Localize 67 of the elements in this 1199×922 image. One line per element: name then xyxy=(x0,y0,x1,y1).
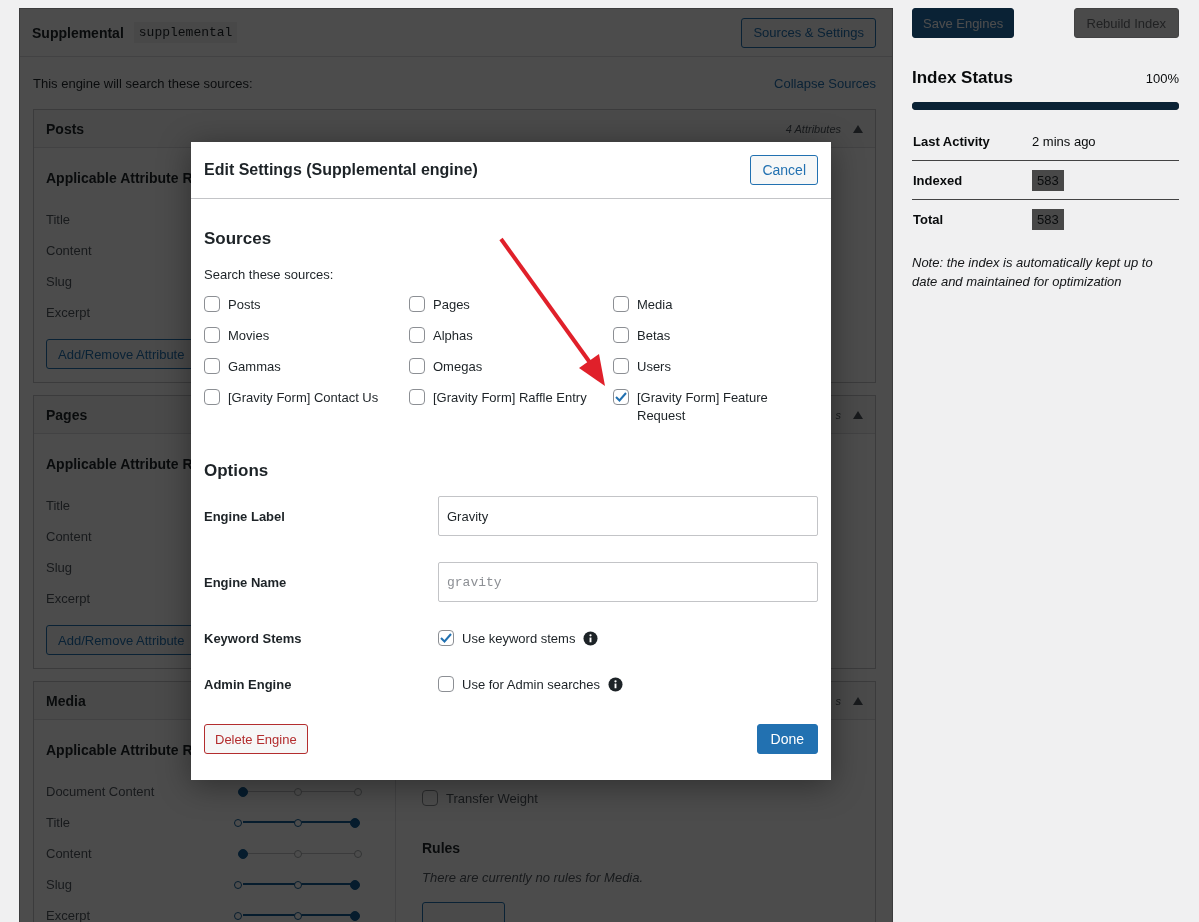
source-option-label: [Gravity Form] Raffle Entry xyxy=(433,389,587,407)
checkbox[interactable] xyxy=(204,389,220,405)
option-input-field[interactable]: gravity xyxy=(438,562,818,602)
stat-value: 2 mins ago xyxy=(1032,133,1096,149)
collapse-caret-icon[interactable] xyxy=(853,410,863,419)
checkbox[interactable] xyxy=(204,358,220,374)
weight-slider[interactable] xyxy=(238,785,360,798)
source-title: Pages xyxy=(46,406,88,423)
index-status-title: Index Status xyxy=(912,68,1014,88)
source-option-label: Users xyxy=(637,358,671,376)
stat-label: Total xyxy=(912,212,945,227)
collapse-caret-icon[interactable] xyxy=(853,124,863,133)
checkbox[interactable] xyxy=(204,296,220,312)
checkbox[interactable] xyxy=(409,358,425,374)
option-input-field[interactable]: Gravity xyxy=(438,496,818,536)
save-engines-button[interactable]: Save Engines xyxy=(912,8,1015,38)
weight-slider[interactable] xyxy=(238,847,360,860)
sources-prompt: Search these sources: xyxy=(204,267,334,282)
info-icon[interactable] xyxy=(583,630,599,646)
done-button[interactable]: Done xyxy=(756,724,818,754)
source-title: Media xyxy=(46,692,86,709)
sources-heading: Sources xyxy=(204,229,273,249)
checkbox[interactable] xyxy=(438,630,454,646)
checkbox[interactable] xyxy=(613,389,629,405)
collapse-sources-link[interactable]: Collapse Sources xyxy=(774,75,876,91)
source-title: Posts xyxy=(46,120,85,137)
options-heading: Options xyxy=(204,461,270,481)
engine-title: Supplemental xyxy=(32,24,124,41)
collapse-caret-icon[interactable] xyxy=(853,696,863,705)
source-option-label: Movies xyxy=(228,327,270,345)
engine-slug: supplemental xyxy=(133,22,238,43)
checkbox[interactable] xyxy=(409,296,425,312)
stat-label: Last Activity xyxy=(912,133,991,149)
checkbox[interactable] xyxy=(613,296,629,312)
checkbox[interactable] xyxy=(409,389,425,405)
option-label: Engine Name xyxy=(204,574,288,590)
index-percent: 100% xyxy=(1145,70,1179,86)
source-option-label: [Gravity Form] Feature Request xyxy=(637,389,769,425)
stat-label: Indexed xyxy=(912,172,964,188)
sources-settings-button[interactable]: Sources & Settings xyxy=(741,17,876,48)
checkbox[interactable] xyxy=(204,327,220,343)
checkbox-label: Use for Admin searches xyxy=(462,676,600,692)
option-label: Admin Engine xyxy=(204,676,293,692)
stat-value: 583 xyxy=(1032,169,1064,191)
cancel-button[interactable]: Cancel xyxy=(750,155,818,185)
checkbox[interactable] xyxy=(613,358,629,374)
checkbox[interactable] xyxy=(422,790,438,806)
checkbox[interactable] xyxy=(409,327,425,343)
source-option-label: Omegas xyxy=(433,358,483,376)
source-option-label: Pages xyxy=(433,296,470,314)
rules-heading: Rules xyxy=(422,840,461,856)
source-option-label: Media xyxy=(637,296,673,314)
source-option-label: Betas xyxy=(637,327,671,345)
source-option-label: Posts xyxy=(228,296,261,314)
stat-value: 583 xyxy=(1032,209,1064,230)
checkbox[interactable] xyxy=(613,327,629,343)
source-option-label: Alphas xyxy=(433,327,473,345)
checkbox-label: Use keyword stems xyxy=(462,630,576,646)
index-note: Note: the index is automatically kept up to date and maintained for optimization xyxy=(912,254,1154,291)
checkbox[interactable] xyxy=(438,676,454,692)
delete-engine-button[interactable]: Delete Engine xyxy=(204,724,308,754)
source-option-label: [Gravity Form] Contact Us xyxy=(228,389,379,407)
info-icon[interactable] xyxy=(608,676,623,692)
intro-text: This engine will search these sources: xyxy=(33,75,253,91)
option-label: Engine Label xyxy=(204,508,286,524)
dialog-title: Edit Settings (Supplemental engine) xyxy=(204,161,478,179)
source-option-label: Gammas xyxy=(228,358,281,376)
